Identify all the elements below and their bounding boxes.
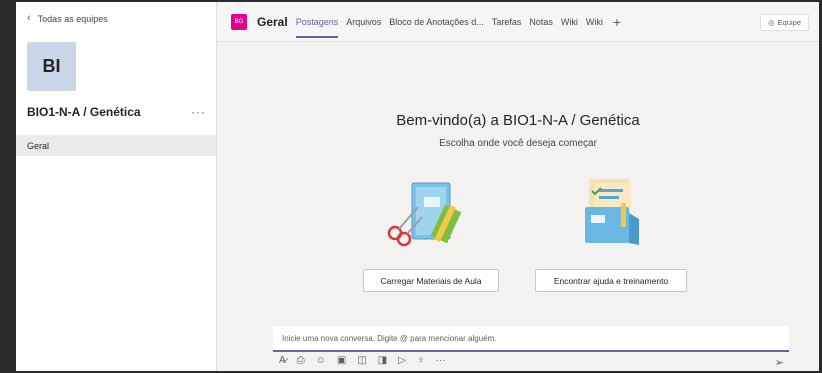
sticker-icon[interactable]: ◫ (357, 356, 366, 366)
add-tab-icon[interactable]: + (613, 14, 621, 30)
team-avatar: BI (27, 42, 76, 91)
upload-class-materials-button[interactable]: Carregar Materiais de Aula (363, 269, 499, 292)
team-more-options-icon[interactable]: ··· (191, 105, 206, 119)
tab-arquivos[interactable]: Arquivos (346, 2, 381, 42)
send-icon[interactable]: ➢ (775, 356, 784, 369)
team-name-row: BIO1-N-A / Genética ··· (27, 105, 206, 119)
team-button[interactable]: ◎ Equipe (760, 14, 809, 31)
attach-icon[interactable]: ⎙ (297, 356, 305, 366)
welcome-title: Bem-vindo(a) a BIO1-N-A / Genética (396, 112, 640, 129)
emoji-icon[interactable]: ☺ (316, 356, 326, 366)
eye-icon: ◎ (768, 18, 775, 27)
channel-title: Geral (257, 14, 288, 29)
team-pane: ‹ Todas as equipes BI BIO1-N-A / Genétic… (16, 2, 217, 371)
meet-icon[interactable]: ◨ (378, 356, 387, 366)
screenshot-frame: ‹ Todas as equipes BI BIO1-N-A / Genétic… (0, 0, 822, 373)
find-help-training-button[interactable]: Encontrar ajuda e treinamento (535, 269, 687, 292)
chevron-left-icon: ‹ (27, 12, 31, 24)
composer-toolbar: A̷ ⎙ ☺ ▣ ◫ ◨ ▷ ♀ ··· (279, 356, 445, 366)
back-link-label: Todas as equipes (37, 13, 108, 24)
welcome-subtitle: Escolha onde você deseja começar (439, 138, 597, 149)
tab-bloco-anotacoes[interactable]: Bloco de Anotações d... (389, 2, 484, 42)
help-training-illustration (585, 179, 639, 245)
tab-wiki-2[interactable]: Wiki (586, 2, 603, 42)
back-to-teams-link[interactable]: ‹ Todas as equipes (27, 13, 108, 24)
tab-wiki[interactable]: Wiki (561, 2, 578, 42)
channel-main-area: BG Geral Postagens Arquivos Bloco de Ano… (217, 2, 819, 371)
team-button-label: Equipe (777, 18, 801, 27)
channel-tabs: Postagens Arquivos Bloco de Anotações d.… (295, 2, 621, 42)
team-name: BIO1-N-A / Genética (27, 105, 141, 119)
channel-header: BG Geral Postagens Arquivos Bloco de Ano… (217, 2, 819, 42)
channel-avatar: BG (231, 13, 247, 30)
tab-tarefas[interactable]: Tarefas (492, 2, 522, 42)
new-conversation-input[interactable]: Inicie uma nova conversa. Digite @ para … (273, 326, 789, 352)
class-materials-illustration (387, 182, 462, 247)
gif-icon[interactable]: ▣ (337, 356, 346, 366)
tab-postagens[interactable]: Postagens (295, 2, 338, 42)
channel-item-geral[interactable]: Geral (16, 135, 216, 156)
tab-notas[interactable]: Notas (529, 2, 553, 42)
praise-icon[interactable]: ▷ (398, 356, 406, 366)
more-icon[interactable]: ··· (435, 356, 445, 366)
format-icon[interactable]: A̷ (279, 356, 286, 366)
bulb-icon[interactable]: ♀ (417, 356, 425, 366)
